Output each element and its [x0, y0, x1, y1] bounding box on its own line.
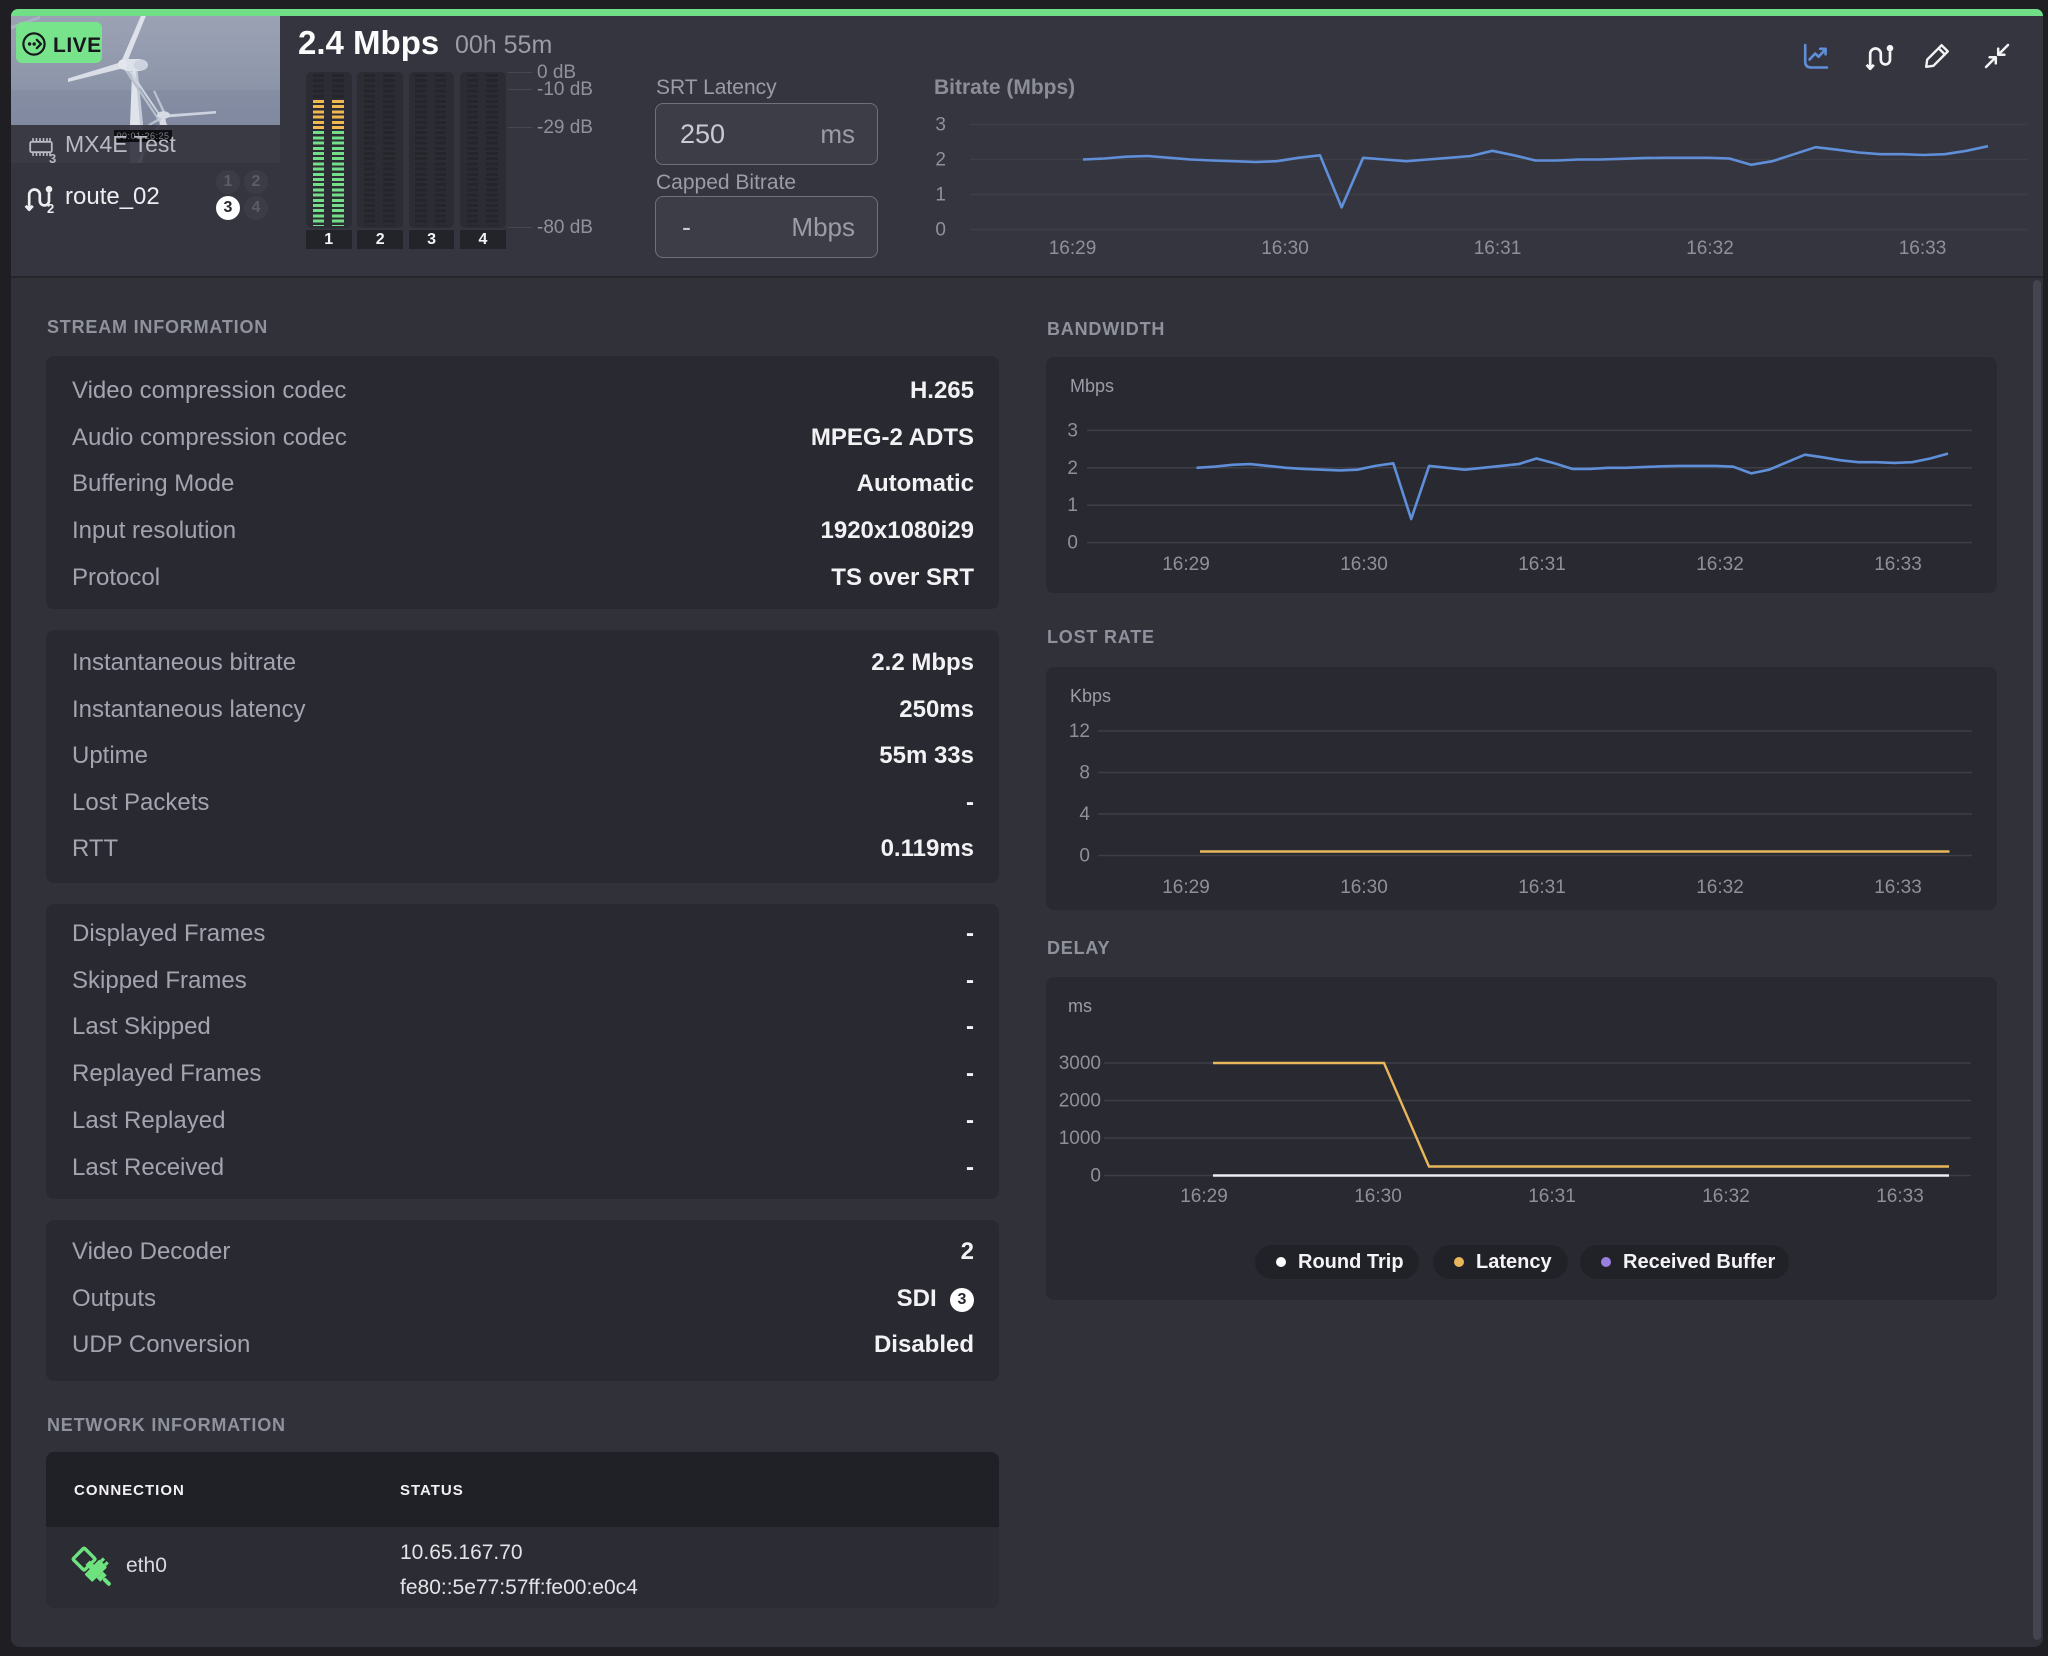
svg-text:16:32: 16:32 [1696, 554, 1744, 575]
svg-text:16:32: 16:32 [1696, 877, 1744, 898]
svg-text:2: 2 [1067, 458, 1078, 479]
svg-text:16:30: 16:30 [1340, 554, 1388, 575]
svg-text:16:31: 16:31 [1518, 554, 1566, 575]
svg-text:16:31: 16:31 [1518, 877, 1566, 898]
svg-text:16:33: 16:33 [1899, 238, 1947, 259]
svg-text:12: 12 [1069, 721, 1090, 742]
svg-text:16:33: 16:33 [1874, 554, 1922, 575]
svg-text:ms: ms [1068, 996, 1092, 1016]
svg-text:0: 0 [935, 220, 946, 241]
svg-text:16:31: 16:31 [1474, 238, 1522, 259]
svg-text:16:32: 16:32 [1702, 1186, 1750, 1207]
svg-text:16:29: 16:29 [1162, 554, 1210, 575]
svg-text:Mbps: Mbps [1070, 376, 1114, 396]
svg-text:3: 3 [1067, 420, 1078, 441]
svg-text:16:30: 16:30 [1340, 877, 1388, 898]
svg-text:0: 0 [1079, 846, 1090, 867]
svg-text:0: 0 [1090, 1166, 1101, 1187]
svg-text:16:30: 16:30 [1354, 1186, 1402, 1207]
svg-text:16:33: 16:33 [1874, 877, 1922, 898]
svg-text:1: 1 [1067, 495, 1078, 516]
svg-text:16:32: 16:32 [1686, 238, 1734, 259]
svg-text:2: 2 [935, 150, 946, 171]
svg-text:16:31: 16:31 [1528, 1186, 1576, 1207]
svg-text:16:33: 16:33 [1876, 1186, 1924, 1207]
svg-text:16:30: 16:30 [1261, 238, 1309, 259]
svg-text:Bitrate (Mbps): Bitrate (Mbps) [934, 78, 1075, 99]
svg-text:1: 1 [935, 185, 946, 206]
svg-text:16:29: 16:29 [1049, 238, 1097, 259]
svg-text:16:29: 16:29 [1162, 877, 1210, 898]
svg-text:3: 3 [935, 115, 946, 136]
svg-text:0: 0 [1067, 533, 1078, 554]
svg-text:2000: 2000 [1059, 1091, 1101, 1112]
svg-text:3000: 3000 [1059, 1053, 1101, 1074]
svg-text:8: 8 [1079, 763, 1090, 784]
svg-text:4: 4 [1079, 804, 1090, 825]
svg-text:1000: 1000 [1059, 1128, 1101, 1149]
svg-text:16:29: 16:29 [1180, 1186, 1228, 1207]
svg-text:Kbps: Kbps [1070, 686, 1111, 706]
